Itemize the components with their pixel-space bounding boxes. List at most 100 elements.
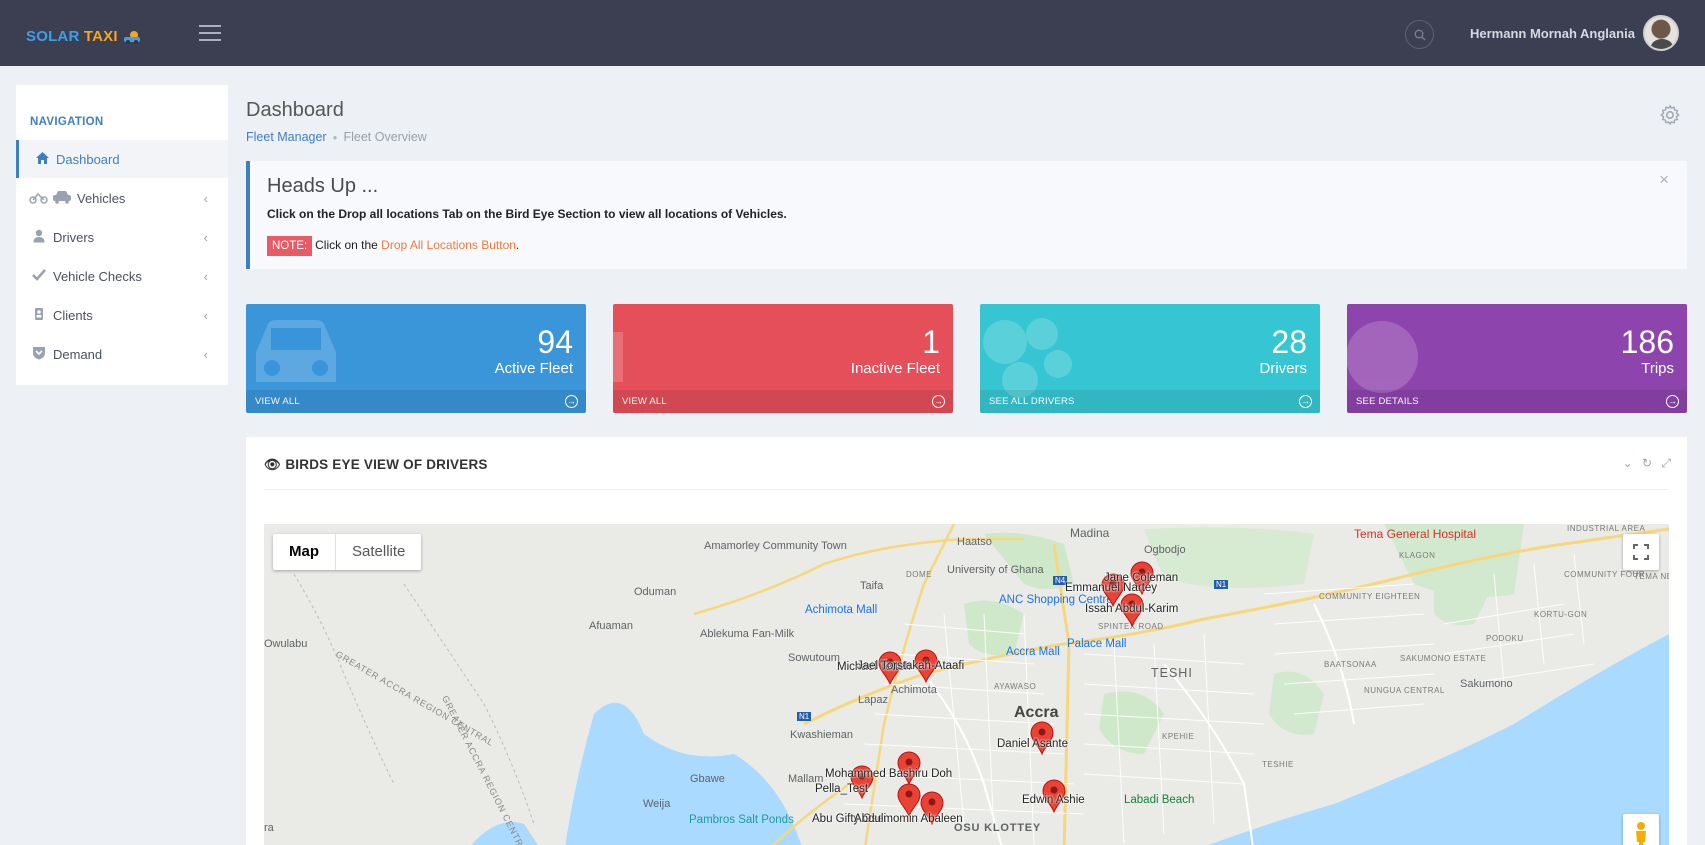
home-icon [35,151,51,167]
sidebar-item-clients[interactable]: Clients ‹ [16,296,228,334]
chevron-left-icon: ‹ [203,191,208,206]
check-icon [32,268,48,284]
sidebar-item-label: Clients [53,308,93,323]
menu-toggle-icon[interactable] [199,25,221,41]
marker-label[interactable]: Jael Torstakah-Ataafi [857,660,964,672]
sidebar-item-label: Drivers [53,230,95,245]
panel-tools: ⌄ ↻ ⤢ [1617,456,1671,471]
sidebar-item-label: Vehicle Checks [53,269,142,284]
marker-label[interactable]: Issah Abdul-Karim [1085,603,1178,615]
stat-value: 1 [922,324,940,360]
sidebar-item-label: Dashboard [56,152,120,167]
user-icon [32,229,48,245]
note-text: Click on the [315,238,382,252]
chevron-left-icon: ‹ [203,230,208,245]
map-type-satellite-button[interactable]: Satellite [336,534,421,570]
breadcrumb-current: Fleet Overview [343,130,427,144]
sidebar-item-label: Demand [53,347,103,362]
stat-label: Trips [1641,360,1674,377]
map-type-control: Map Satellite [273,534,422,570]
nav-heading: NAVIGATION [30,116,104,128]
page-title: Dashboard [246,99,344,121]
map-marker-dot [905,790,913,798]
stat-label: Drivers [1259,360,1308,377]
reload-icon[interactable]: ↻ [1642,456,1652,470]
alert-note: NOTE: Click on the Drop All Locations But… [267,236,519,256]
chevron-left-icon: ‹ [203,308,208,323]
marker-label[interactable]: Emmanuel Nartey [1065,582,1157,594]
stat-label: Active Fleet [494,360,573,377]
stat-footer-link[interactable]: SEE DETAILS → [1347,390,1687,413]
stat-card-active-fleet: 94 Active Fleet VIEW ALL → [246,304,586,413]
arrow-right-icon: → [565,395,578,408]
divider [264,489,1669,490]
stat-link-label: VIEW ALL [255,396,300,407]
panel-title-text: BIRDS EYE VIEW OF DRIVERS [285,457,488,472]
taxi-logo-icon [124,31,141,45]
breadcrumb-separator-icon: ● [332,133,338,143]
arrow-right-icon: → [1666,395,1679,408]
note-end: . [515,238,520,252]
marker-label[interactable]: Edwin Ashie [1022,794,1085,806]
arrow-right-icon: → [1299,395,1312,408]
arrow-right-icon: → [932,395,945,408]
map-marker-dot [928,798,936,806]
avatar[interactable] [1643,15,1679,51]
expand-icon[interactable]: ⤢ [1661,456,1671,470]
gear-icon[interactable] [1659,104,1681,126]
fullscreen-button[interactable] [1623,534,1659,570]
stat-link-label: SEE DETAILS [1356,396,1419,407]
street-view-button[interactable] [1623,814,1659,845]
drop-all-locations-link[interactable]: Drop All Locations Button [381,238,516,252]
search-button[interactable] [1405,20,1434,49]
sidebar-item-vehicle-checks[interactable]: Vehicle Checks ‹ [16,257,228,295]
marker-label[interactable]: Mohammed Bashiru Doh [825,768,952,780]
sidebar-item-dashboard[interactable]: Dashboard [16,140,228,178]
client-icon [32,307,48,323]
map-marker-pin[interactable] [897,783,921,818]
collapse-icon[interactable]: ⌄ [1623,456,1633,470]
shield-icon [32,346,48,362]
stat-footer-link[interactable]: VIEW ALL → [613,390,953,413]
birds-eye-panel: 👁 BIRDS EYE VIEW OF DRIVERS ⌄ ↻ ⤢ Amamor… [246,437,1687,845]
close-icon[interactable]: × [1659,170,1669,190]
stat-footer-link[interactable]: SEE ALL DRIVERS → [980,390,1320,413]
car-icon [613,332,623,382]
stat-label: Inactive Fleet [850,360,940,377]
note-badge: NOTE: [267,236,313,256]
marker-layer [850,561,1154,826]
fullscreen-icon [1633,544,1649,560]
stat-value: 28 [1271,324,1307,360]
marker-label[interactable]: Daniel Asante [997,738,1068,750]
chevron-left-icon: ‹ [203,269,208,284]
chevron-left-icon: ‹ [203,347,208,362]
panel-title: 👁 BIRDS EYE VIEW OF DRIVERS [264,457,488,473]
eye-icon: 👁 [264,457,282,472]
stat-card-trips: 186 Trips SEE DETAILS → [1347,304,1687,413]
map-marker-dot [905,758,913,766]
stat-link-label: VIEW ALL [622,396,667,407]
breadcrumb-fleet-manager[interactable]: Fleet Manager [246,130,327,144]
sidebar-item-demand[interactable]: Demand ‹ [16,335,228,373]
pegman-icon [1636,822,1646,845]
stat-value: 94 [537,324,573,360]
marker-label[interactable]: Pella_Test [815,783,868,795]
sidebar-item-vehicles[interactable]: Vehicles ‹ [16,179,228,217]
sidebar: NAVIGATION Dashboard Vehicles ‹ Drivers … [16,85,228,385]
app-logo[interactable]: SOLAR TAXI [26,28,142,45]
map-type-map-button[interactable]: Map [273,534,336,570]
stat-value: 186 [1620,324,1674,360]
map-marker-dot [1050,786,1058,794]
alert-title: Heads Up ... [267,175,379,197]
alert-message: Click on the Drop all locations Tab on t… [267,207,787,221]
search-icon [1414,29,1426,41]
stat-link-label: SEE ALL DRIVERS [989,396,1075,407]
car-icon [256,320,336,382]
top-navbar: SOLAR TAXI Hermann Mornah Anglania [0,0,1705,66]
google-map[interactable]: Amamorley Community Town Haatso Madina O… [264,524,1669,845]
stat-footer-link[interactable]: VIEW ALL → [246,390,586,413]
globe-icon [1347,321,1418,393]
user-name[interactable]: Hermann Mornah Anglania [1470,26,1635,41]
marker-label[interactable]: Abdulmomin Abaleen [854,813,963,825]
sidebar-item-drivers[interactable]: Drivers ‹ [16,218,228,256]
